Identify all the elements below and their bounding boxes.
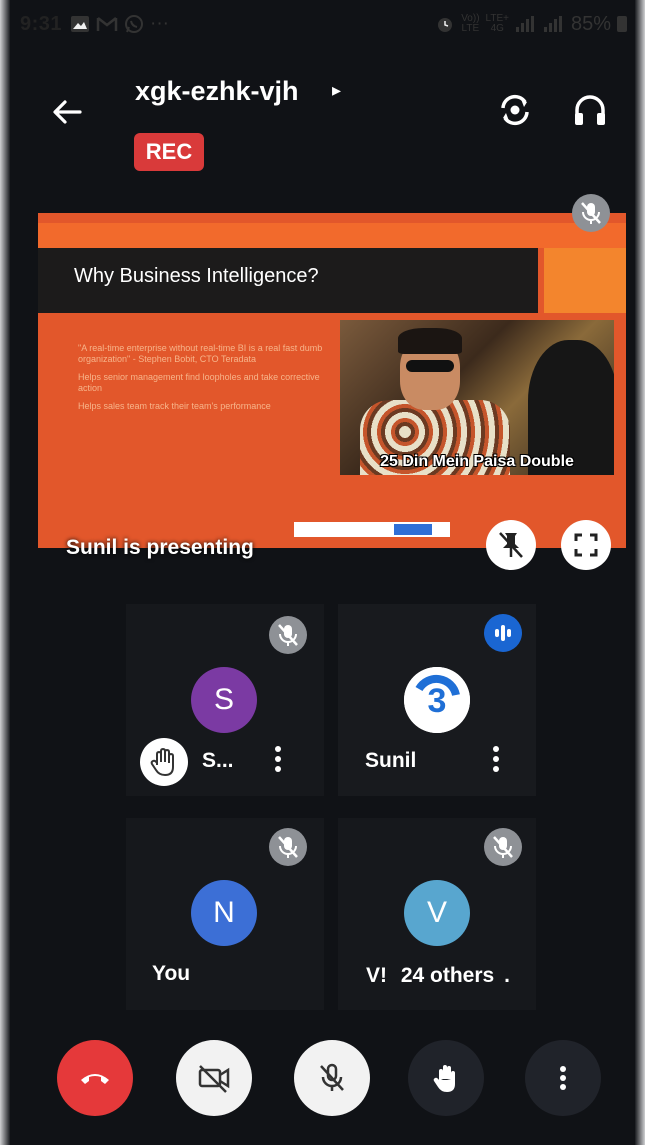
participant-name: V! 24 others . (366, 964, 510, 987)
participant-name: You (152, 962, 191, 985)
mic-off-icon (484, 828, 522, 866)
participant-more-icon[interactable] (272, 745, 284, 777)
fullscreen-button[interactable] (561, 520, 611, 570)
battery-icon (617, 16, 627, 32)
slide-bullet: Helps senior management find loopholes a… (78, 372, 320, 393)
avatar: V (404, 880, 470, 946)
phone-hangup-icon (81, 1074, 109, 1084)
switch-camera-icon[interactable] (495, 90, 535, 130)
phone-screen: 9:31 ··· Vo)) LTE LTE+ 4G 85% xgk-ezhk-vjh… (10, 0, 635, 1145)
more-notifications-icon: ··· (150, 13, 170, 34)
battery-percent: 85% (570, 12, 611, 35)
meme-caption: 25 Din Mein Paisa Double (380, 453, 574, 470)
status-bar: 9:31 ··· Vo)) LTE LTE+ 4G 85% (10, 0, 635, 48)
camera-toggle-button[interactable] (176, 1040, 252, 1116)
slide-bullet: "A real-time enterprise without real-tim… (78, 343, 323, 364)
slide-search-button (394, 524, 432, 535)
avatar-logo-icon: 3 (404, 667, 470, 733)
signal-icon (515, 16, 534, 32)
slide-accent-block (544, 248, 626, 313)
participant-more-icon[interactable] (490, 745, 502, 777)
signal-icon-2 (543, 16, 562, 32)
mic-off-icon (269, 616, 307, 654)
status-time: 9:31 (20, 12, 63, 35)
unpin-button[interactable] (486, 520, 536, 570)
lte-label: LTE+ 4G (485, 13, 509, 34)
presentation-screen[interactable]: Why Business Intelligence? "A real-time … (38, 213, 626, 548)
presenter-mic-off-icon (572, 194, 610, 232)
raised-hand-icon (140, 738, 188, 786)
avatar-sunil: 3 (404, 667, 470, 733)
volte-label: Vo)) LTE (461, 13, 480, 34)
meme-hair (398, 328, 462, 354)
mic-off-icon (320, 1063, 344, 1091)
more-options-button[interactable] (525, 1040, 601, 1116)
presenter-label: Sunil is presenting (66, 536, 254, 559)
gmail-icon (96, 17, 118, 31)
slide-top-bar (38, 223, 626, 248)
avatar: S (191, 667, 257, 733)
meeting-code[interactable]: xgk-ezhk-vjh (135, 76, 299, 107)
avatar: N (191, 880, 257, 946)
more-vertical-icon (560, 1066, 566, 1090)
end-call-button[interactable] (57, 1040, 133, 1116)
unpin-icon (499, 532, 523, 558)
photo-frame-left (0, 0, 10, 1145)
status-notification-icons: ··· (70, 13, 169, 35)
fullscreen-icon (574, 533, 598, 557)
participant-name-short: V! (366, 964, 387, 987)
gallery-icon (71, 16, 90, 32)
alarm-icon (438, 18, 453, 32)
meme-sunglasses (406, 360, 454, 372)
camera-off-icon (198, 1065, 230, 1093)
hand-icon (433, 1065, 455, 1092)
slide-bullet: Helps sales team track their team's perf… (78, 401, 271, 411)
raise-hand-button[interactable] (408, 1040, 484, 1116)
slide-meme-image: 25 Din Mein Paisa Double (340, 320, 614, 475)
mic-off-icon (269, 828, 307, 866)
status-right-icons: Vo)) LTE LTE+ 4G 85% (435, 13, 627, 36)
back-arrow-icon[interactable] (50, 95, 84, 129)
microphone-toggle-button[interactable] (294, 1040, 370, 1116)
slide-title: Why Business Intelligence? (74, 265, 319, 287)
others-count: 24 others (400, 964, 495, 987)
meeting-info-caret-icon[interactable]: ▸ (332, 80, 341, 101)
whatsapp-icon (125, 15, 144, 33)
photo-frame-right (635, 0, 645, 1145)
slide-bullets: "A real-time enterprise without real-tim… (78, 343, 328, 419)
recording-badge: REC (134, 133, 204, 171)
headphones-icon[interactable] (570, 90, 610, 130)
participant-name: Sunil (365, 749, 417, 772)
participant-name: S... (202, 749, 234, 772)
speaking-indicator-icon (484, 614, 522, 652)
svg-text:3: 3 (428, 682, 447, 720)
